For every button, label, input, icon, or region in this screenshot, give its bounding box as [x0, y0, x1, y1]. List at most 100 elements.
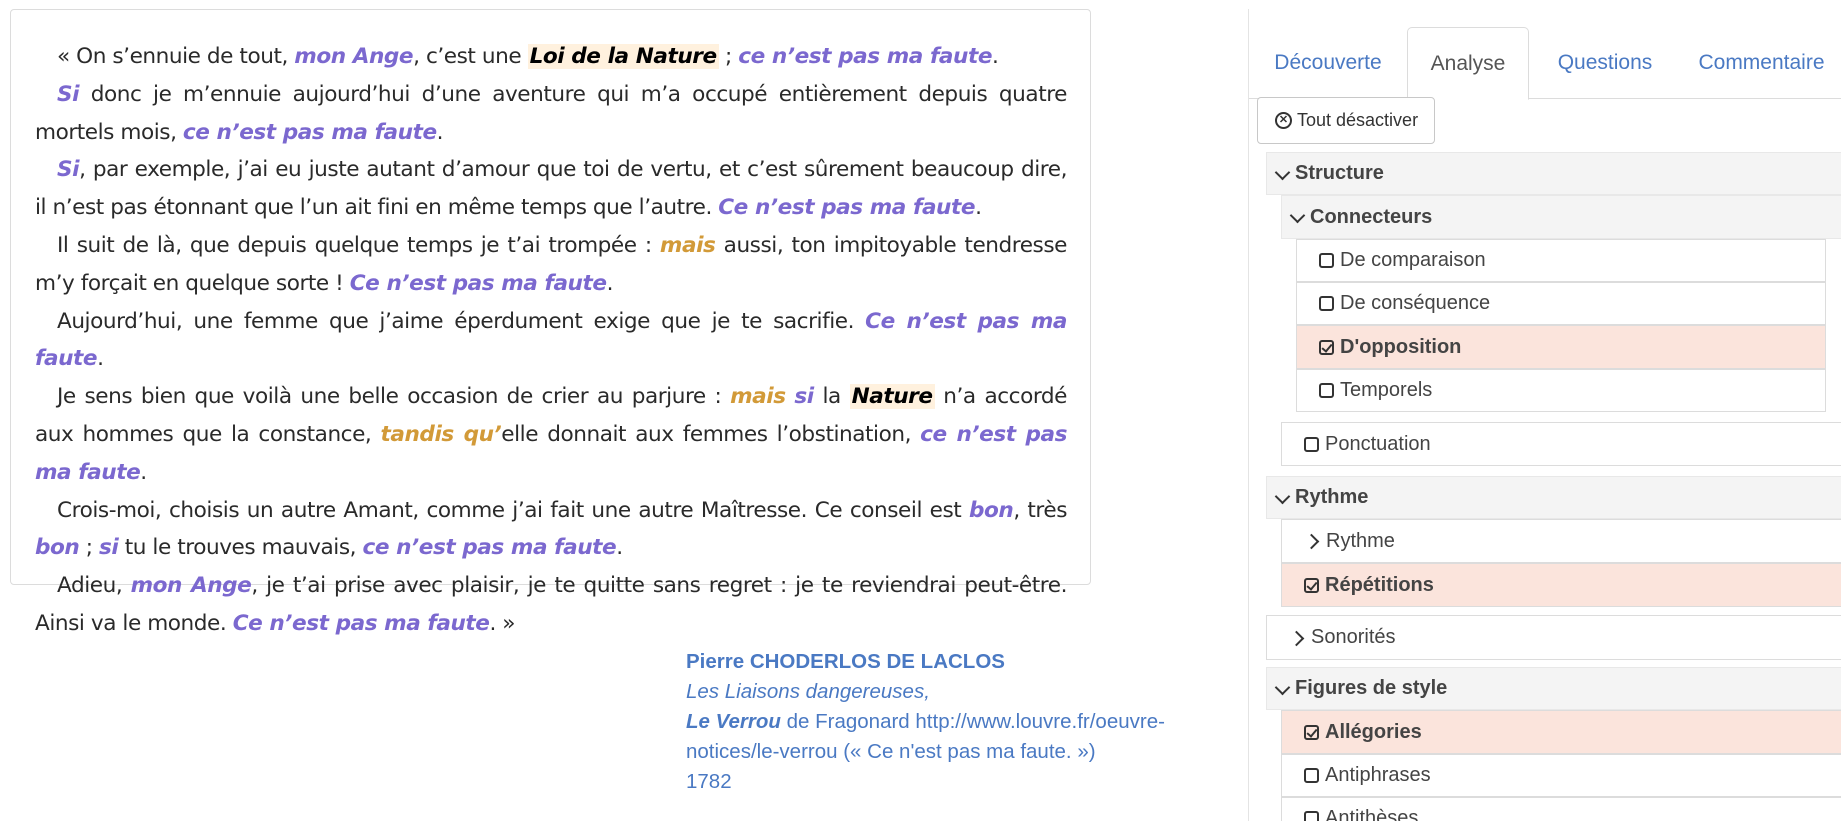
citation-year: 1782	[686, 770, 732, 793]
letter-paragraph: Aujourd’hui, une femme que j’aime éperdu…	[35, 303, 1067, 379]
group-structure[interactable]: Structure	[1266, 152, 1841, 195]
chevron-down-icon	[1275, 491, 1289, 505]
checkbox-checked-icon	[1304, 577, 1319, 593]
option-label: De conséquence	[1340, 292, 1491, 314]
highlight-nature: Nature	[849, 384, 935, 410]
option-label: D'opposition	[1340, 335, 1462, 358]
option-label: Allégories	[1325, 720, 1422, 743]
citation-author: Pierre CHODERLOS DE LACLOS	[686, 650, 1005, 673]
text-segment: .	[97, 346, 104, 372]
group-figures-de-style[interactable]: Figures de style	[1266, 667, 1841, 710]
option-label: De comparaison	[1340, 249, 1486, 271]
option-temporels[interactable]: Temporels	[1296, 369, 1826, 412]
group-label: Sonorités	[1311, 626, 1396, 648]
text-segment: Je sens bien que voilà une belle occasio…	[57, 384, 731, 410]
option-d-opposition[interactable]: D'opposition	[1296, 325, 1826, 369]
text-segment: la	[813, 384, 850, 410]
group-label: Structure	[1295, 162, 1384, 184]
letter-paragraph: Il suit de là, que depuis quelque temps …	[35, 227, 1067, 303]
option-label: Antiphrases	[1325, 764, 1431, 786]
highlight-purple: ce n’est pas ma faute	[738, 44, 993, 69]
checkbox-icon	[1304, 436, 1319, 452]
option-label: Rythme	[1326, 529, 1395, 552]
citation-painting: Le Verrou de Fragonard http://www.louvre…	[686, 710, 1165, 763]
citation-block: Pierre CHODERLOS DE LACLOS Les Liaisons …	[686, 647, 1186, 797]
highlight-purple: bon	[35, 535, 80, 561]
checkbox-checked-icon	[1319, 339, 1334, 355]
highlight-purple: si	[794, 384, 814, 410]
letter-paragraph: Si, par exemple, j’ai eu juste autant d’…	[35, 151, 1067, 227]
letter-paragraph: Si donc je m’ennuie aujourd’hui d’une av…	[35, 76, 1067, 152]
option-ponctuation[interactable]: Ponctuation	[1281, 422, 1841, 466]
option-de-consequence[interactable]: De conséquence	[1296, 282, 1826, 325]
text-segment: elle donnait aux femmes l’obstination,	[501, 421, 921, 447]
highlight-orange: mais	[659, 232, 716, 258]
chevron-down-icon	[1290, 210, 1304, 224]
text-segment: ;	[718, 44, 739, 69]
option-repetitions[interactable]: Répétitions	[1281, 563, 1841, 607]
checkbox-icon	[1304, 811, 1319, 821]
checkbox-icon	[1319, 253, 1334, 268]
group-connecteurs[interactable]: Connecteurs	[1281, 195, 1841, 239]
highlight-purple: ce n’est pas ma faute	[362, 535, 617, 561]
text-segment: .	[140, 459, 147, 485]
chevron-right-icon	[1306, 534, 1320, 548]
chevron-down-icon	[1275, 167, 1289, 181]
text-segment: . »	[489, 610, 516, 636]
text-segment: .	[616, 535, 623, 561]
letter-paragraph: Adieu, mon Ange, je t’ai prise avec plai…	[35, 567, 1067, 643]
highlight-purple: Ce n’est pas ma faute	[232, 610, 490, 636]
option-allegories[interactable]: Allégories	[1281, 710, 1841, 754]
text-segment: « On s’ennuie de tout,	[57, 44, 295, 69]
option-antitheses[interactable]: Antithèses	[1281, 797, 1841, 821]
analysis-tree: Structure Connecteurs De comparaison De …	[1249, 9, 1841, 821]
highlight-purple: bon	[968, 497, 1014, 523]
group-label: Figures de style	[1295, 677, 1448, 699]
highlight-purple: mon Ange	[294, 44, 414, 69]
option-de-comparaison[interactable]: De comparaison	[1296, 239, 1826, 282]
text-segment: Aujourd’hui, une femme que j’aime éperdu…	[57, 308, 866, 334]
text-segment: tu le trouves mauvais,	[118, 535, 363, 561]
checkbox-checked-icon	[1304, 724, 1319, 740]
group-sonorites[interactable]: Sonorités	[1266, 615, 1841, 660]
highlight-purple: mon Ange	[130, 573, 252, 599]
option-rythme[interactable]: Rythme	[1281, 519, 1841, 563]
highlight-purple: si	[98, 535, 119, 561]
option-label: Ponctuation	[1325, 432, 1431, 455]
text-segment: Adieu,	[57, 573, 131, 599]
group-label: Rythme	[1295, 486, 1369, 508]
text-segment: Il suit de là, que depuis quelque temps …	[57, 232, 660, 258]
letter-paragraph: Crois-moi, choisis un autre Amant, comme…	[35, 492, 1067, 568]
checkbox-icon	[1319, 383, 1334, 398]
text-segment: ;	[79, 535, 99, 561]
checkbox-icon	[1304, 768, 1319, 783]
text-segment: Crois-moi, choisis un autre Amant, comme…	[57, 497, 969, 523]
highlight-orange: tandis qu’	[380, 421, 502, 447]
group-label: Connecteurs	[1310, 205, 1433, 228]
option-label: Répétitions	[1325, 573, 1434, 596]
highlight-purple: Si	[57, 81, 80, 107]
chevron-right-icon	[1291, 631, 1305, 645]
option-label: Temporels	[1340, 379, 1433, 401]
highlight-nature: Loi de la Nature	[527, 44, 719, 69]
highlight-purple: ce n’est pas ma faute	[182, 119, 437, 145]
text-segment: .	[606, 270, 614, 296]
text-segment: .	[975, 195, 982, 221]
text-segment: , c’est une	[413, 44, 528, 69]
highlight-purple: Ce n’est pas ma faute	[718, 195, 976, 221]
option-antiphrases[interactable]: Antiphrases	[1281, 754, 1841, 797]
highlight-purple: Ce n’est pas ma faute	[349, 270, 607, 296]
group-rythme[interactable]: Rythme	[1266, 476, 1841, 519]
chevron-down-icon	[1275, 682, 1289, 696]
letter-text-panel: « On s’ennuie de tout, mon Ange, c’est u…	[10, 9, 1091, 636]
citation-book-title: Les Liaisons dangereuses,	[686, 680, 930, 703]
analysis-panel: Découverte Analyse Questions Commentaire…	[1248, 9, 1841, 821]
painting-title: Le Verrou	[686, 710, 781, 733]
checkbox-icon	[1319, 296, 1334, 311]
text-segment: , très	[1013, 497, 1067, 523]
option-label: Antithèses	[1325, 807, 1419, 821]
text-segment: .	[436, 119, 444, 145]
letter-paragraph: « On s’ennuie de tout, mon Ange, c’est u…	[35, 38, 1067, 76]
letter-paragraph: Je sens bien que voilà une belle occasio…	[35, 378, 1067, 491]
text-segment: .	[992, 44, 999, 69]
